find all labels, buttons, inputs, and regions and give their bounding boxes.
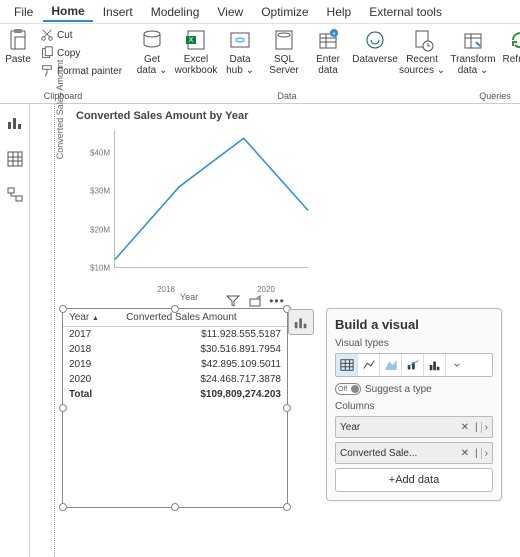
visual-type-quick-button[interactable] xyxy=(288,309,314,335)
get-data-button[interactable]: Get data ⌄ xyxy=(130,24,174,76)
transform-icon xyxy=(461,28,485,52)
sql-server-button[interactable]: SQL Server xyxy=(262,24,306,76)
selection-handle[interactable] xyxy=(171,503,179,511)
copy-icon xyxy=(40,46,54,60)
columns-label: Columns xyxy=(335,401,493,412)
dataverse-icon xyxy=(363,28,387,52)
suggest-toggle[interactable]: Off xyxy=(335,383,361,395)
excel-icon: X xyxy=(184,28,208,52)
table-header-amount[interactable]: Converted Sales Amount xyxy=(120,309,287,327)
y-tick: $40M xyxy=(90,148,110,157)
x-tick: 2018 xyxy=(157,285,175,294)
export-icon[interactable] xyxy=(248,294,262,308)
paste-button[interactable]: Paste xyxy=(0,24,36,65)
format-painter-button[interactable]: Format painter xyxy=(40,62,122,80)
field-well-year[interactable]: Year ✕ | › xyxy=(335,416,493,438)
selection-handle[interactable] xyxy=(59,503,67,511)
cut-icon xyxy=(40,28,54,42)
refresh-button[interactable]: Refresh xyxy=(498,24,520,65)
chart-action-bar: ••• xyxy=(226,294,284,308)
left-view-rail xyxy=(0,104,30,557)
ribbon-group-queries: Transform data ⌄ Refresh Queries xyxy=(448,24,520,103)
menu-optimize[interactable]: Optimize xyxy=(253,3,316,21)
selection-handle[interactable] xyxy=(283,503,291,511)
y-tick: $30M xyxy=(90,187,110,196)
page-margin-guide xyxy=(54,104,55,557)
cut-button[interactable]: Cut xyxy=(40,26,122,44)
table-row[interactable]: 2018$30.516.891.7954 xyxy=(63,342,287,357)
filter-icon[interactable] xyxy=(226,294,240,308)
paste-icon xyxy=(6,28,30,52)
visual-types-label: Visual types xyxy=(335,338,493,349)
visual-type-picker xyxy=(335,353,493,377)
data-view-icon[interactable] xyxy=(6,150,24,168)
refresh-icon xyxy=(508,28,520,52)
get-data-icon xyxy=(140,28,164,52)
line-chart-visual[interactable]: Converted Sales Amount by Year Converted… xyxy=(66,110,312,300)
visual-type-combo[interactable] xyxy=(402,354,424,376)
visual-type-more[interactable] xyxy=(446,354,468,376)
selection-handle[interactable] xyxy=(283,404,291,412)
model-view-icon[interactable] xyxy=(6,186,24,204)
table-row[interactable]: 2017$11.928.555.5187 xyxy=(63,327,287,343)
remove-field-icon[interactable]: ✕ xyxy=(458,422,472,433)
dataverse-button[interactable]: Dataverse xyxy=(350,24,400,65)
visual-type-area[interactable] xyxy=(380,354,402,376)
report-canvas: Converted Sales Amount by Year Converted… xyxy=(30,104,520,557)
remove-field-icon[interactable]: ✕ xyxy=(458,448,472,459)
visual-type-bar[interactable] xyxy=(424,354,446,376)
svg-text:+: + xyxy=(332,31,336,38)
selection-handle[interactable] xyxy=(59,305,67,313)
chart-title: Converted Sales Amount by Year xyxy=(76,110,312,122)
visual-type-line[interactable] xyxy=(358,354,380,376)
chart-plot-area xyxy=(114,130,308,268)
enter-data-icon: + xyxy=(316,28,340,52)
copy-button[interactable]: Copy xyxy=(40,44,122,62)
field-menu-icon[interactable]: › xyxy=(481,422,488,433)
transform-data-button[interactable]: Transform data ⌄ xyxy=(448,24,498,76)
excel-workbook-button[interactable]: X Excel workbook xyxy=(174,24,218,76)
data-hub-icon xyxy=(228,28,252,52)
y-tick: $20M xyxy=(90,225,110,234)
menu-modeling[interactable]: Modeling xyxy=(143,3,208,21)
table-row[interactable]: 2020$24.468.717.3878 xyxy=(63,372,287,387)
menu-file[interactable]: File xyxy=(6,3,41,21)
add-data-button[interactable]: +Add data xyxy=(335,468,493,492)
recent-sources-button[interactable]: Recent sources ⌄ xyxy=(400,24,444,76)
chart-y-axis-label: Converted Sales Amount xyxy=(55,60,65,160)
sql-icon xyxy=(272,28,296,52)
panel-title: Build a visual xyxy=(335,317,493,332)
menu-view[interactable]: View xyxy=(209,3,251,21)
build-visual-panel: Build a visual Visual types Off Suggest … xyxy=(326,308,502,501)
x-tick: 2020 xyxy=(257,285,275,294)
menu-bar: File Home Insert Modeling View Optimize … xyxy=(0,0,520,24)
table-header-year[interactable]: Year ▲ xyxy=(63,309,120,327)
menu-insert[interactable]: Insert xyxy=(95,3,141,21)
table-total-row: Total$109,809,274.203 xyxy=(63,387,287,402)
chart-x-axis-label: Year xyxy=(180,292,198,302)
ribbon: Paste Cut Copy Format painter Clipboard xyxy=(0,24,520,104)
ribbon-group-data: Get data ⌄ X Excel workbook Data hub ⌄ S… xyxy=(130,24,444,103)
table-row[interactable]: 2019$42.895.109.5011 xyxy=(63,357,287,372)
selection-handle[interactable] xyxy=(171,305,179,313)
recent-icon xyxy=(410,28,434,52)
menu-home[interactable]: Home xyxy=(43,2,92,22)
suggest-type-row: Off Suggest a type xyxy=(335,383,493,395)
y-tick: $10M xyxy=(90,264,110,273)
selection-handle[interactable] xyxy=(59,404,67,412)
field-well-amount[interactable]: Converted Sale... ✕ | › xyxy=(335,442,493,464)
field-menu-icon[interactable]: › xyxy=(481,448,488,459)
enter-data-button[interactable]: + Enter data xyxy=(306,24,350,76)
report-view-icon[interactable] xyxy=(6,114,24,132)
table-visual[interactable]: Year ▲ Converted Sales Amount 2017$11.92… xyxy=(62,308,288,508)
data-hub-button[interactable]: Data hub ⌄ xyxy=(218,24,262,76)
more-options-icon[interactable]: ••• xyxy=(270,294,284,308)
menu-help[interactable]: Help xyxy=(319,3,360,21)
svg-text:X: X xyxy=(189,37,194,44)
format-painter-icon xyxy=(40,64,54,78)
menu-external-tools[interactable]: External tools xyxy=(361,3,450,21)
visual-type-table[interactable] xyxy=(336,354,358,376)
